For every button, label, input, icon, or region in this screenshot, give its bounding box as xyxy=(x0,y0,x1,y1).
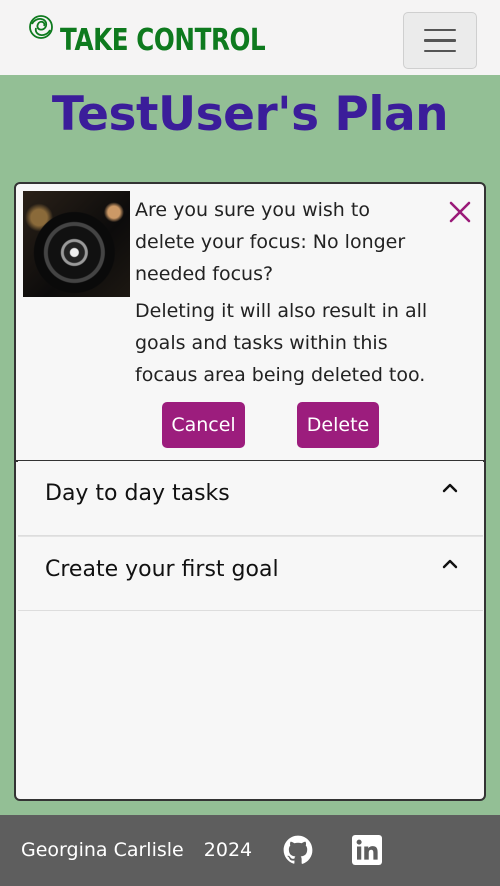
chevron-up-icon xyxy=(442,483,458,493)
brand-link[interactable]: TAKE CONTROL xyxy=(26,12,310,58)
brand-text: TAKE CONTROL xyxy=(60,23,266,58)
hamburger-icon xyxy=(424,28,456,32)
footer: Georgina Carlisle 2024 xyxy=(0,815,500,886)
hamburger-icon xyxy=(424,49,456,53)
leaf-swirl-icon xyxy=(29,15,53,39)
menu-toggle-button[interactable] xyxy=(403,12,477,69)
accordion-item-day-to-day[interactable]: Day to day tasks xyxy=(18,461,483,536)
page-title: TestUser's Plan xyxy=(51,87,449,142)
focus-image xyxy=(23,191,130,297)
cancel-button[interactable]: Cancel xyxy=(162,402,245,448)
confirm-question: Are you sure you wish to delete your foc… xyxy=(135,199,406,285)
chevron-up-icon xyxy=(442,559,458,569)
hamburger-icon xyxy=(424,39,456,42)
close-x-icon xyxy=(449,201,471,223)
accordion-item-first-goal[interactable]: Create your first goal xyxy=(18,536,483,611)
delete-button[interactable]: Delete xyxy=(297,402,379,448)
focus-card: Are you sure you wish to delete your foc… xyxy=(14,182,486,801)
accordion-label: Create your first goal xyxy=(45,557,279,582)
footer-year: 2024 xyxy=(203,839,253,861)
close-icon[interactable] xyxy=(447,196,473,226)
linkedin-icon[interactable] xyxy=(352,835,382,865)
navbar: TAKE CONTROL xyxy=(0,0,500,75)
warning-text: Deleting it will also result in all goal… xyxy=(135,300,428,386)
alert-message: Are you sure you wish to delete your foc… xyxy=(135,194,435,391)
footer-author: Georgina Carlisle xyxy=(21,839,184,861)
github-icon[interactable] xyxy=(283,835,313,865)
delete-confirmation-alert: Are you sure you wish to delete your foc… xyxy=(16,184,484,462)
accordion-label: Day to day tasks xyxy=(45,481,230,506)
footer-credit: Georgina Carlisle 2024 xyxy=(21,839,252,861)
